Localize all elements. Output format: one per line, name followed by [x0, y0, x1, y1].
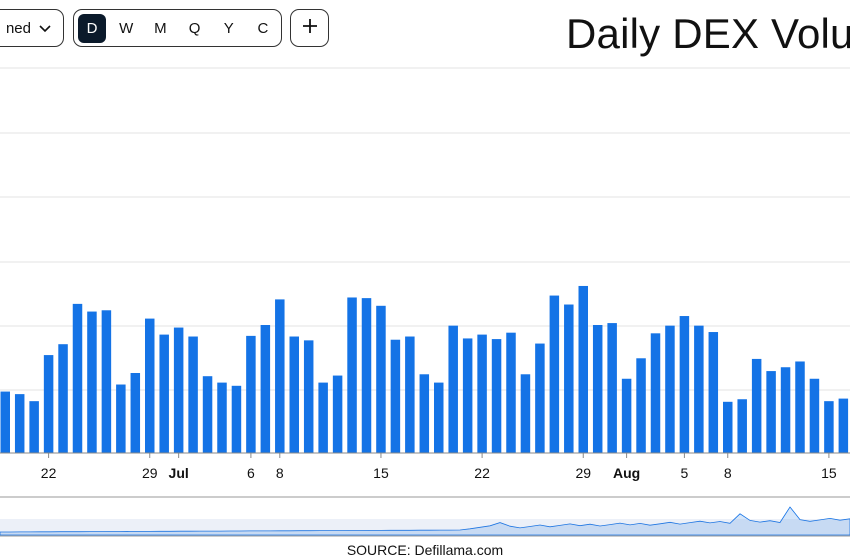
bar[interactable] — [145, 318, 155, 453]
bar[interactable] — [130, 373, 141, 453]
x-tick-label: Jul — [169, 465, 189, 481]
x-tick-label: 29 — [142, 465, 158, 481]
gridlines — [0, 67, 850, 391]
x-tick-label: 15 — [821, 465, 837, 481]
bar[interactable] — [564, 304, 574, 453]
bar[interactable] — [448, 325, 458, 453]
bar[interactable] — [58, 344, 68, 453]
bar[interactable] — [332, 375, 343, 453]
x-tick-label: 6 — [247, 465, 255, 481]
bar[interactable] — [188, 336, 198, 453]
bar[interactable] — [29, 401, 39, 453]
bar[interactable] — [607, 323, 617, 453]
bar[interactable] — [101, 310, 112, 453]
bar[interactable] — [231, 385, 242, 453]
x-tick-label: 22 — [41, 465, 57, 481]
bar[interactable] — [838, 398, 849, 453]
bar[interactable] — [43, 355, 54, 453]
bar[interactable] — [679, 316, 690, 453]
bar[interactable] — [303, 340, 314, 453]
chart-area: 22 29 Jul 6 8 15 22 29 Aug 5 8 15 — [0, 67, 850, 537]
x-axis-ticks: 22 29 Jul 6 8 15 22 29 Aug 5 8 15 — [41, 453, 837, 481]
range-navigator[interactable] — [0, 496, 850, 537]
bar[interactable] — [347, 297, 357, 453]
bar[interactable] — [390, 339, 401, 453]
bar[interactable] — [491, 339, 502, 453]
source-note: SOURCE: Defillama.com — [346, 542, 504, 558]
bar[interactable] — [549, 295, 560, 453]
bar[interactable] — [72, 303, 83, 453]
bar[interactable] — [246, 335, 256, 453]
x-tick-label: 8 — [276, 465, 284, 481]
bar[interactable] — [434, 382, 444, 453]
bar[interactable] — [535, 343, 545, 453]
bar[interactable] — [318, 382, 328, 453]
bar[interactable] — [419, 374, 430, 453]
bar[interactable] — [405, 336, 415, 453]
bar-series — [0, 285, 849, 453]
x-tick-label: 8 — [724, 465, 732, 481]
bar[interactable] — [202, 376, 213, 453]
bar[interactable] — [650, 333, 661, 453]
bar[interactable] — [766, 371, 776, 453]
x-tick-label: 22 — [474, 465, 490, 481]
bar[interactable] — [665, 325, 675, 453]
bar[interactable] — [14, 394, 25, 453]
bar[interactable] — [506, 332, 516, 453]
bar[interactable] — [0, 391, 11, 453]
navigator-selection[interactable] — [0, 519, 850, 535]
bar[interactable] — [520, 374, 531, 453]
bar[interactable] — [173, 327, 184, 453]
bar[interactable] — [116, 384, 126, 453]
bar[interactable] — [751, 358, 762, 453]
bar[interactable] — [723, 401, 733, 453]
bar[interactable] — [260, 325, 271, 453]
bar[interactable] — [737, 399, 747, 453]
bar[interactable] — [780, 367, 791, 453]
bar[interactable] — [621, 378, 632, 453]
bar[interactable] — [824, 401, 834, 453]
bar[interactable] — [795, 361, 805, 453]
x-tick-label: Aug — [613, 465, 640, 481]
bar[interactable] — [592, 325, 603, 453]
bar[interactable] — [87, 311, 97, 453]
bar[interactable] — [462, 338, 473, 453]
bar[interactable] — [289, 336, 300, 453]
x-tick-label: 15 — [373, 465, 389, 481]
bar[interactable] — [809, 378, 820, 453]
x-tick-label: 5 — [681, 465, 689, 481]
bar[interactable] — [361, 298, 372, 453]
x-tick-label: 29 — [575, 465, 591, 481]
bar[interactable] — [636, 358, 646, 453]
bar[interactable] — [376, 305, 386, 453]
bar[interactable] — [578, 285, 589, 453]
bar[interactable] — [694, 325, 704, 453]
bar[interactable] — [477, 334, 487, 453]
bar[interactable] — [275, 299, 285, 453]
bar[interactable] — [708, 332, 719, 453]
bar[interactable] — [159, 334, 169, 453]
bar[interactable] — [217, 382, 227, 453]
